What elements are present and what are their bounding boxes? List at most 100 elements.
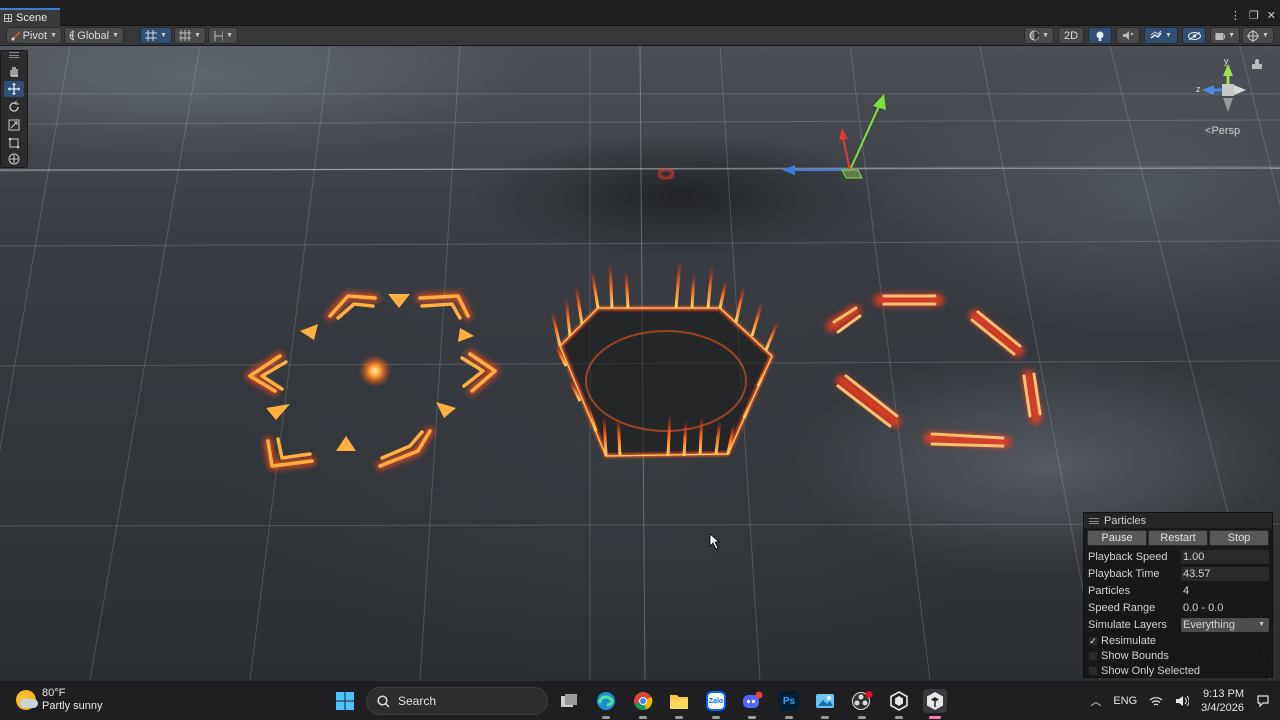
- rect-transform-icon: [8, 137, 20, 149]
- mouse-cursor: [709, 533, 721, 550]
- edge-app[interactable]: [594, 689, 618, 719]
- lighting-toggle[interactable]: [1088, 27, 1112, 44]
- obs-app[interactable]: [850, 689, 874, 719]
- search-placeholder: Search: [398, 694, 437, 708]
- align-dropdown[interactable]: ▼: [208, 27, 238, 44]
- drag-handle-icon: [1089, 517, 1099, 524]
- hand-tool[interactable]: [4, 63, 24, 79]
- resimulate-checkbox-row[interactable]: ✓ Resimulate: [1084, 633, 1272, 648]
- taskbar-search[interactable]: Search: [366, 687, 548, 715]
- simulate-layers-dropdown[interactable]: Everything ▼: [1181, 617, 1269, 632]
- show-bounds-checkbox[interactable]: [1088, 650, 1098, 661]
- volume-icon[interactable]: [1175, 695, 1190, 707]
- fx-arrow-hexagon: [246, 292, 499, 470]
- weather-temp: 80°F: [42, 687, 66, 699]
- global-label: Global: [77, 29, 110, 42]
- weather-widget[interactable]: 80°F Partly sunny: [16, 687, 103, 713]
- chevron-down-icon: ▼: [194, 32, 201, 39]
- clock[interactable]: 9:13 PM 3/4/2026: [1201, 687, 1244, 715]
- tab-scene[interactable]: Scene: [0, 8, 60, 26]
- move-tool[interactable]: [4, 81, 24, 97]
- unity-editor-app[interactable]: [923, 689, 947, 719]
- scene-grid-icon: [4, 14, 12, 22]
- pivot-dropdown[interactable]: Pivot ▼: [6, 27, 62, 44]
- scene-visibility-toggle[interactable]: [1182, 27, 1206, 44]
- particles-header[interactable]: Particles: [1084, 513, 1272, 528]
- audio-toggle[interactable]: [1116, 27, 1140, 44]
- playback-speed-field[interactable]: 1.00: [1181, 549, 1269, 564]
- show-bounds-label: Show Bounds: [1101, 649, 1169, 662]
- language-indicator[interactable]: ENG: [1113, 695, 1137, 707]
- hand-icon: [10, 67, 18, 77]
- effects-dropdown[interactable]: ▼: [1144, 27, 1178, 44]
- increment-snap-dropdown[interactable]: ▼: [174, 27, 206, 44]
- notification-icon[interactable]: [1256, 694, 1270, 708]
- grid-snapping-toggle[interactable]: ▼: [140, 27, 172, 44]
- close-icon[interactable]: ✕: [1267, 9, 1276, 22]
- move-icon: [8, 83, 20, 95]
- global-dropdown[interactable]: Global ▼: [64, 27, 124, 44]
- file-explorer-app[interactable]: [667, 689, 691, 719]
- restart-button[interactable]: Restart: [1148, 530, 1208, 546]
- lightbulb-icon: [1096, 31, 1104, 41]
- particles-title: Particles: [1104, 514, 1147, 527]
- playback-time-label: Playback Time: [1088, 567, 1160, 580]
- tray-overflow-icon[interactable]: ︿: [1090, 693, 1101, 709]
- resimulate-checkbox[interactable]: ✓: [1088, 635, 1098, 646]
- gizmos-dropdown[interactable]: ▼: [1242, 27, 1274, 44]
- camera-dropdown[interactable]: ▼: [1210, 27, 1240, 44]
- start-icon: [336, 692, 354, 710]
- maximize-icon[interactable]: ❐: [1249, 9, 1259, 22]
- chrome-icon: [634, 692, 653, 711]
- playback-speed-label: Playback Speed: [1088, 550, 1168, 563]
- more-options-icon[interactable]: ⋮: [1230, 9, 1241, 22]
- editor-title-bar: Scene ⋮ ❐ ✕: [0, 0, 1280, 26]
- chevron-down-icon: ▼: [112, 32, 119, 39]
- drag-handle-icon: [9, 52, 19, 58]
- shading-mode-icon: [1029, 30, 1040, 41]
- transform-tool[interactable]: [4, 151, 24, 167]
- image-editor-icon: [816, 694, 834, 708]
- show-bounds-checkbox-row[interactable]: Show Bounds: [1084, 648, 1272, 663]
- transform-move-gizmo[interactable]: [782, 94, 886, 179]
- pivot-label: Pivot: [22, 29, 48, 42]
- start-button[interactable]: [333, 689, 357, 713]
- zalo-icon: Zalo: [706, 691, 726, 711]
- simulate-layers-row: Simulate Layers Everything ▼: [1084, 616, 1272, 633]
- gizmo-icon: [1247, 29, 1260, 42]
- photoshop-app[interactable]: Ps: [777, 689, 801, 719]
- show-only-selected-checkbox[interactable]: [1088, 665, 1098, 676]
- axis-gizmo-icon: [1202, 59, 1262, 112]
- discord-app[interactable]: [740, 689, 764, 719]
- edge-icon: [597, 692, 615, 710]
- pause-button[interactable]: Pause: [1087, 530, 1147, 546]
- resimulate-label: Resimulate: [1101, 634, 1157, 647]
- toggle-2d-button[interactable]: 2D: [1058, 27, 1084, 44]
- projection-toggle[interactable]: <Persp: [1205, 125, 1240, 137]
- wifi-icon[interactable]: [1149, 696, 1163, 707]
- align-icon: [214, 30, 224, 41]
- draw-mode-dropdown[interactable]: ▼: [1024, 27, 1054, 44]
- chrome-app[interactable]: [631, 689, 655, 719]
- rotate-tool[interactable]: [4, 99, 24, 115]
- chevron-down-icon: ▼: [1165, 32, 1172, 39]
- image-editor-app[interactable]: [813, 689, 837, 719]
- rect-tool[interactable]: [4, 135, 24, 151]
- show-only-selected-checkbox-row[interactable]: Show Only Selected: [1084, 663, 1272, 678]
- playback-time-field[interactable]: 43.57: [1181, 566, 1269, 581]
- chevron-down-icon: ▼: [1262, 32, 1269, 39]
- scale-tool[interactable]: [4, 117, 24, 133]
- stop-button[interactable]: Stop: [1209, 530, 1269, 546]
- scene-toolbar: Pivot ▼ Global ▼ ▼ ▼ ▼ ▼ 2D ▼ ▼ ▼: [0, 26, 1280, 46]
- zalo-app[interactable]: Zalo: [704, 689, 728, 719]
- unity-hub-app[interactable]: [887, 689, 911, 719]
- weather-text: 80°F Partly sunny: [42, 687, 103, 713]
- speed-range-row: Speed Range 0.0 - 0.0: [1084, 599, 1272, 616]
- increment-snap-icon: [179, 30, 192, 41]
- palette-drag-handle[interactable]: [4, 52, 24, 58]
- particles-count-label: Particles: [1088, 584, 1131, 597]
- toggle-2d-label: 2D: [1063, 29, 1079, 42]
- task-view-button[interactable]: [557, 689, 581, 713]
- playback-buttons: Pause Restart Stop: [1084, 528, 1272, 548]
- globe-icon: [69, 30, 75, 41]
